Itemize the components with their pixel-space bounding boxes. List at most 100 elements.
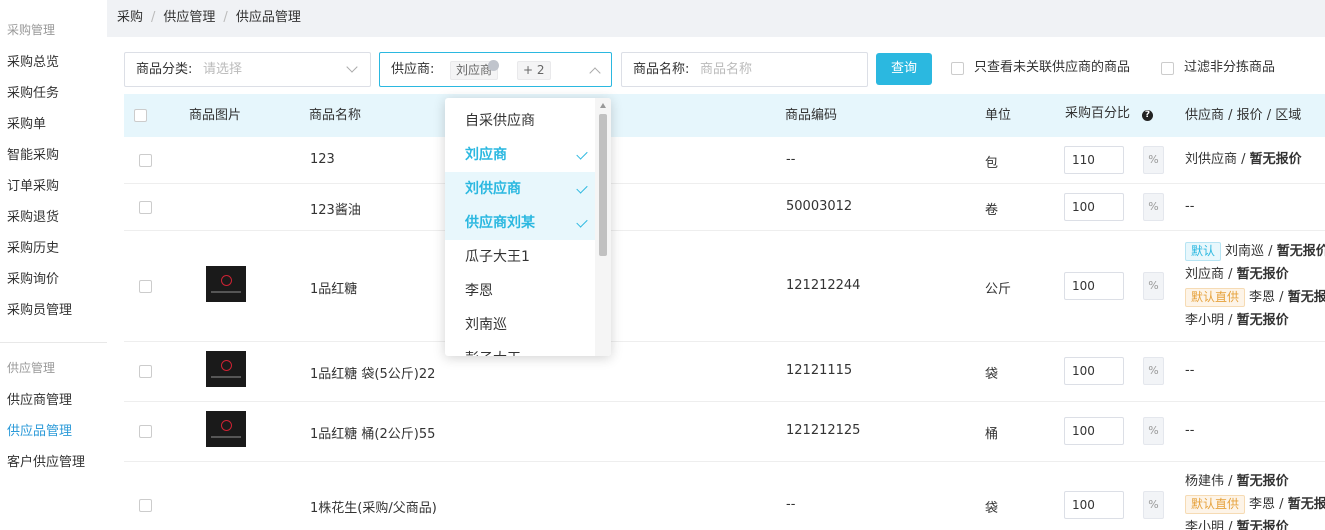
scroll-up-arrow-icon[interactable] xyxy=(600,103,606,108)
supplier-name: 李恩 xyxy=(1249,290,1276,305)
supplier-quote: 暂无报价 xyxy=(1236,313,1289,328)
dropdown-option[interactable]: 供应商刘某 xyxy=(445,206,595,240)
query-button[interactable]: 查询 xyxy=(876,53,932,85)
supplier-line: 杨建伟 / 暂无报价 xyxy=(1185,474,1289,489)
unlinked-only-checkbox[interactable] xyxy=(951,62,964,75)
supplier-tag-label: 刘应商 xyxy=(456,63,493,77)
dropdown-option[interactable]: 李恩 xyxy=(445,274,595,308)
product-name: 123 xyxy=(310,152,335,167)
product-image xyxy=(206,411,246,447)
breadcrumb: 采购 / 供应管理 / 供应品管理 xyxy=(117,8,301,28)
product-name: 1株花生(采购/父商品) xyxy=(310,501,437,516)
sidebar-item-buyer-management[interactable]: 采购员管理 xyxy=(7,301,72,321)
percent-input[interactable]: 100 xyxy=(1064,491,1124,519)
filter-nonsort-label: 过滤非分拣商品 xyxy=(1184,60,1276,75)
percent-input[interactable]: 100 xyxy=(1064,417,1124,445)
supplier-name: 刘供应商 xyxy=(1185,152,1238,167)
select-all-checkbox[interactable] xyxy=(134,109,147,122)
dropdown-option-label: 供应商刘某 xyxy=(465,215,535,231)
sidebar-item-purchase-task[interactable]: 采购任务 xyxy=(7,84,59,104)
sidebar-item-order-purchase[interactable]: 订单采购 xyxy=(7,177,59,197)
row-checkbox[interactable] xyxy=(139,201,152,214)
table-header: 商品图片 商品名称 商品编码 单位 采购百分比 ? 供应商 / 报价 / 区域 xyxy=(124,94,1325,137)
image-logo xyxy=(221,360,232,371)
supplier-quote: 暂无报价 xyxy=(1236,520,1289,530)
help-icon[interactable]: ? xyxy=(1142,110,1153,121)
sidebar-item-purchase-overview[interactable]: 采购总览 xyxy=(7,53,59,73)
category-select[interactable]: 商品分类: 请选择 xyxy=(124,52,371,87)
header-name: 商品名称 xyxy=(309,108,362,123)
breadcrumb-item-supply[interactable]: 供应管理 xyxy=(163,10,215,25)
dropdown-option[interactable]: 刘应商 xyxy=(445,138,595,172)
sidebar-item-supplier-management[interactable]: 供应商管理 xyxy=(7,391,72,411)
supplier-quote: 暂无报价 xyxy=(1287,497,1325,512)
sidebar-item-supply-product-management[interactable]: 供应品管理 xyxy=(7,422,72,442)
product-code: 12121115 xyxy=(786,363,853,378)
table-row: 1品红糖 袋(5公斤)22 12121115 袋 100 % -- xyxy=(124,342,1325,402)
percent-input[interactable]: 100 xyxy=(1064,193,1124,221)
product-code: -- xyxy=(786,152,796,167)
product-image xyxy=(206,351,246,387)
tag-close-icon[interactable] xyxy=(488,60,500,71)
product-unit: 公斤 xyxy=(985,282,1012,297)
row-checkbox[interactable] xyxy=(139,154,152,167)
image-logo xyxy=(221,420,232,431)
percent-unit: % xyxy=(1143,417,1164,445)
breadcrumb-item-purchase[interactable]: 采购 xyxy=(117,10,143,25)
breadcrumb-separator: / xyxy=(151,10,156,25)
dropdown-option[interactable]: 彭子大王 xyxy=(445,342,595,356)
dropdown-option[interactable]: 刘南巡 xyxy=(445,308,595,342)
percent-unit: % xyxy=(1143,491,1164,519)
supplier-quote: 暂无报价 xyxy=(1276,244,1325,259)
supplier-line: 刘应商 / 暂无报价 xyxy=(1185,267,1289,282)
sidebar-divider xyxy=(0,342,107,343)
sidebar-item-smart-purchase[interactable]: 智能采购 xyxy=(7,146,59,166)
table-row: 1品红糖 121212244 公斤 100 % 默认 刘南巡 / 暂无报价 刘应商… xyxy=(124,231,1325,342)
dropdown-option-label: 刘供应商 xyxy=(465,181,521,197)
supplier-label: 供应商: xyxy=(391,62,435,77)
dropdown-scrollbar[interactable] xyxy=(595,98,611,356)
product-name-input[interactable]: 商品名称 xyxy=(700,53,752,86)
supplier-select[interactable]: 供应商: 刘应商 + 2 xyxy=(379,52,612,87)
supplier-name: 刘应商 xyxy=(1185,267,1225,282)
filter-nonsort-checkbox[interactable] xyxy=(1161,62,1174,75)
sidebar-item-purchase-return[interactable]: 采购退货 xyxy=(7,208,59,228)
product-unit: 桶 xyxy=(985,427,999,442)
product-unit: 袋 xyxy=(985,501,999,516)
dropdown-option[interactable]: 自采供应商 xyxy=(445,104,595,138)
supplier-quote: 暂无报价 xyxy=(1236,474,1289,489)
supplier-name: 李小明 xyxy=(1185,520,1225,530)
dropdown-option[interactable]: 瓜子大王1 xyxy=(445,240,595,274)
row-checkbox[interactable] xyxy=(139,425,152,438)
sidebar-item-customer-supply-management[interactable]: 客户供应管理 xyxy=(7,453,85,473)
scrollbar-thumb[interactable] xyxy=(599,114,607,256)
supplier-line: 默认 刘南巡 / 暂无报价 xyxy=(1185,242,1325,262)
header-image: 商品图片 xyxy=(189,108,242,123)
product-name: 1品红糖 xyxy=(310,282,358,297)
sidebar: 采购管理 采购总览 采购任务 采购单 智能采购 订单采购 采购退货 采购历史 采… xyxy=(0,0,107,530)
row-checkbox[interactable] xyxy=(139,365,152,378)
row-checkbox[interactable] xyxy=(139,499,152,512)
product-unit: 包 xyxy=(985,156,999,171)
supplier-name: 刘南巡 xyxy=(1225,244,1265,259)
percent-input[interactable]: 100 xyxy=(1064,357,1124,385)
check-icon xyxy=(576,216,588,228)
percent-input[interactable]: 100 xyxy=(1064,272,1124,300)
supplier-quote: 暂无报价 xyxy=(1249,152,1302,167)
percent-unit: % xyxy=(1143,146,1164,174)
product-code: 121212125 xyxy=(786,423,861,438)
row-checkbox[interactable] xyxy=(139,280,152,293)
supplier-line: 默认直供李恩 / 暂无报价 xyxy=(1185,495,1325,515)
supplier-tag: 刘应商 xyxy=(450,60,500,80)
sidebar-item-purchase-inquiry[interactable]: 采购询价 xyxy=(7,270,59,290)
sidebar-item-purchase-order[interactable]: 采购单 xyxy=(7,115,46,135)
supplier-line: 默认直供李恩 / 暂无报价 xyxy=(1185,288,1325,308)
product-code: 50003012 xyxy=(786,199,853,214)
percent-input[interactable]: 110 xyxy=(1064,146,1124,174)
supplier-name: 李小明 xyxy=(1185,313,1225,328)
chevron-down-icon xyxy=(346,61,358,73)
dropdown-option[interactable]: 刘供应商 xyxy=(445,172,595,206)
product-code: -- xyxy=(786,497,796,512)
supplier-name: 李恩 xyxy=(1249,497,1276,512)
sidebar-item-purchase-history[interactable]: 采购历史 xyxy=(7,239,59,259)
